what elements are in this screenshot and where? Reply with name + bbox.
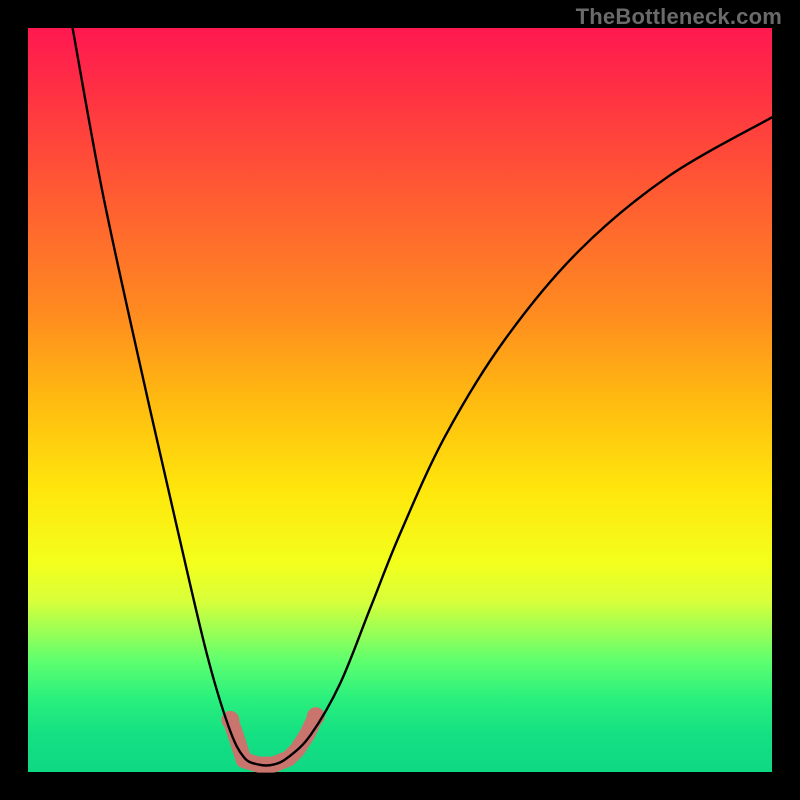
bottleneck-curve <box>73 28 772 766</box>
curve-svg <box>28 28 772 772</box>
plot-area <box>28 28 772 772</box>
watermark-text: TheBottleneck.com <box>576 4 782 30</box>
chart-frame: TheBottleneck.com <box>0 0 800 800</box>
